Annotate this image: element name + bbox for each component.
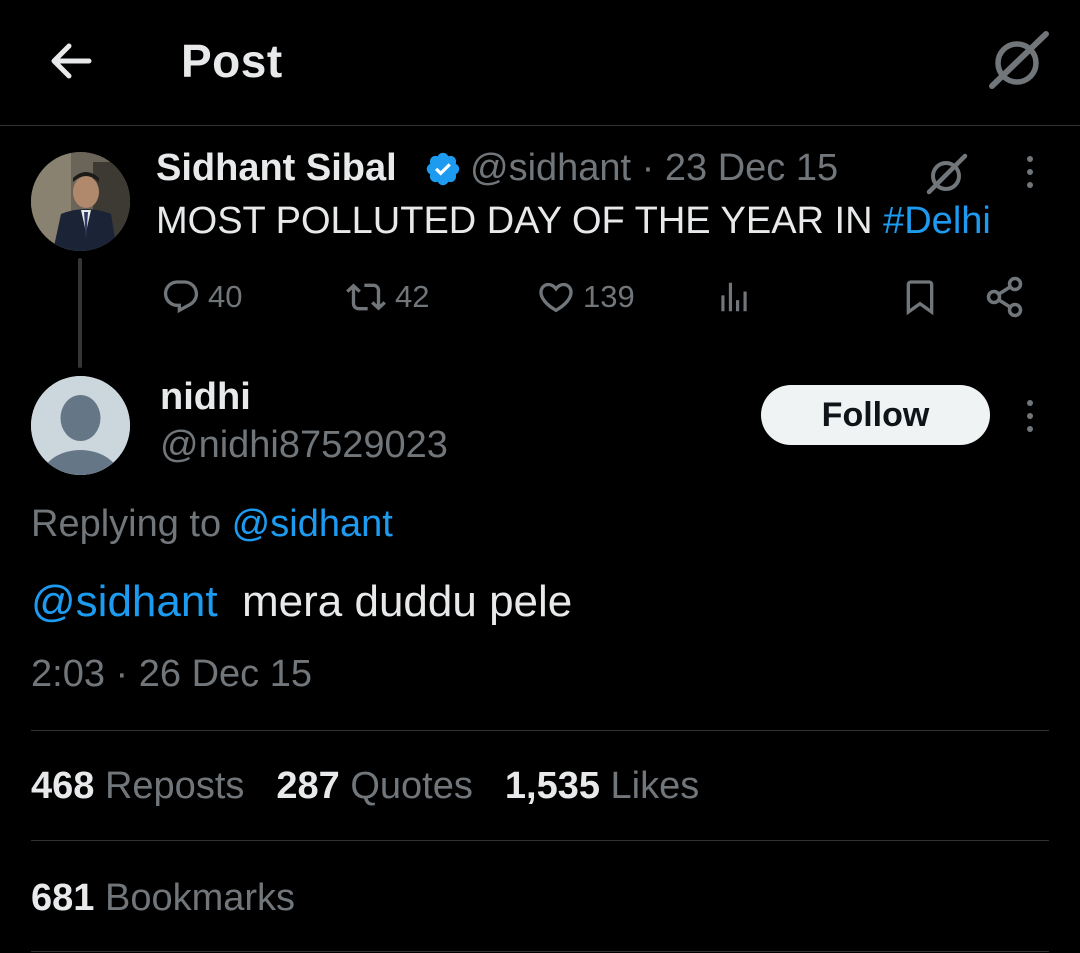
more-dot bbox=[1027, 169, 1033, 175]
reposts-count: 468 bbox=[31, 765, 95, 807]
meta-separator: · bbox=[631, 147, 665, 189]
thread-connector bbox=[78, 258, 82, 368]
reply-button[interactable]: 40 bbox=[160, 275, 242, 319]
more-dot bbox=[1027, 413, 1033, 419]
replying-to-label: Replying to bbox=[31, 503, 232, 545]
share-button[interactable] bbox=[985, 275, 1025, 319]
views-button[interactable] bbox=[715, 275, 753, 319]
divider bbox=[31, 840, 1049, 841]
reply-author-avatar[interactable] bbox=[31, 376, 130, 475]
hashtag-link[interactable]: #Delhi bbox=[883, 200, 991, 242]
heart-icon bbox=[539, 282, 573, 313]
quotes-stat[interactable]: 287 Quotes bbox=[276, 765, 473, 808]
likes-count: 1,535 bbox=[504, 765, 600, 807]
parent-date[interactable]: 23 Dec 15 bbox=[665, 147, 838, 189]
quotes-count: 287 bbox=[276, 765, 340, 807]
likes-stat[interactable]: 1,535 Likes bbox=[505, 765, 699, 808]
grok-explain-button[interactable] bbox=[925, 152, 969, 196]
replying-to-link[interactable]: @sidhant bbox=[232, 503, 393, 545]
bookmarks-count: 681 bbox=[31, 877, 95, 919]
reply-time: 2:03 bbox=[31, 653, 105, 695]
reply-date: 26 Dec 15 bbox=[138, 653, 312, 695]
reply-count: 40 bbox=[208, 279, 243, 314]
parent-more-button[interactable] bbox=[1016, 152, 1044, 192]
verified-badge-icon bbox=[426, 152, 460, 186]
reply-text: @sidhant mera duddu pele bbox=[31, 577, 572, 627]
parent-text-body: MOST POLLUTED DAY OF THE YEAR IN bbox=[156, 200, 884, 242]
bookmark-icon bbox=[906, 280, 934, 316]
reposts-label: Reposts bbox=[104, 765, 245, 807]
avatar-photo bbox=[31, 152, 130, 251]
quotes-label: Quotes bbox=[350, 765, 473, 807]
page-title: Post bbox=[181, 35, 283, 87]
reply-icon bbox=[163, 280, 199, 314]
like-count: 139 bbox=[583, 279, 635, 314]
reply-text-spacer bbox=[218, 577, 242, 626]
parent-author-avatar[interactable] bbox=[31, 152, 130, 251]
divider bbox=[31, 730, 1049, 731]
time-separator: · bbox=[104, 653, 139, 695]
repost-button[interactable]: 42 bbox=[343, 275, 429, 319]
engagement-stats: 468 Reposts 287 Quotes 1,535 Likes bbox=[31, 765, 699, 808]
replying-to-line: Replying to @sidhant bbox=[31, 503, 393, 546]
share-icon bbox=[986, 276, 1023, 318]
repost-count: 42 bbox=[395, 279, 430, 314]
likes-label: Likes bbox=[610, 765, 700, 807]
like-button[interactable]: 139 bbox=[535, 275, 635, 319]
bookmarks-stat[interactable]: 681 Bookmarks bbox=[31, 877, 295, 920]
reply-text-body: mera duddu pele bbox=[242, 577, 573, 626]
repost-icon bbox=[346, 283, 386, 311]
top-bar: Post bbox=[0, 0, 1080, 126]
parent-meta: @sidhant · 23 Dec 15 bbox=[470, 147, 838, 190]
parent-author-name[interactable]: Sidhant Sibal bbox=[156, 147, 397, 190]
divider bbox=[31, 951, 1049, 952]
grok-button[interactable] bbox=[988, 30, 1050, 92]
reply-timestamp[interactable]: 2:03 · 26 Dec 15 bbox=[31, 653, 312, 696]
reposts-stat[interactable]: 468 Reposts bbox=[31, 765, 244, 808]
grok-icon bbox=[926, 153, 968, 195]
bookmark-button[interactable] bbox=[900, 275, 940, 319]
parent-handle[interactable]: @sidhant bbox=[470, 147, 631, 189]
post-detail-page: Post Sidhant Sibal @sidhant · 23 Dec 15 bbox=[0, 0, 1080, 953]
arrow-left-icon bbox=[51, 43, 92, 79]
reply-author-handle[interactable]: @nidhi87529023 bbox=[160, 424, 448, 467]
views-icon bbox=[721, 282, 747, 312]
mention-link[interactable]: @sidhant bbox=[31, 577, 218, 626]
parent-tweet-text: MOST POLLUTED DAY OF THE YEAR IN #Delhi bbox=[156, 200, 991, 243]
reply-author-name[interactable]: nidhi bbox=[160, 376, 251, 419]
bookmarks-label: Bookmarks bbox=[104, 877, 296, 919]
default-avatar-icon bbox=[31, 376, 130, 475]
grok-icon bbox=[989, 31, 1049, 89]
more-dot bbox=[1027, 182, 1033, 188]
back-button[interactable] bbox=[44, 34, 98, 88]
more-dot bbox=[1027, 426, 1033, 432]
follow-button[interactable]: Follow bbox=[761, 385, 990, 445]
reply-more-button[interactable] bbox=[1016, 396, 1044, 436]
more-vertical-icon bbox=[1027, 400, 1033, 406]
more-vertical-icon bbox=[1027, 156, 1033, 162]
